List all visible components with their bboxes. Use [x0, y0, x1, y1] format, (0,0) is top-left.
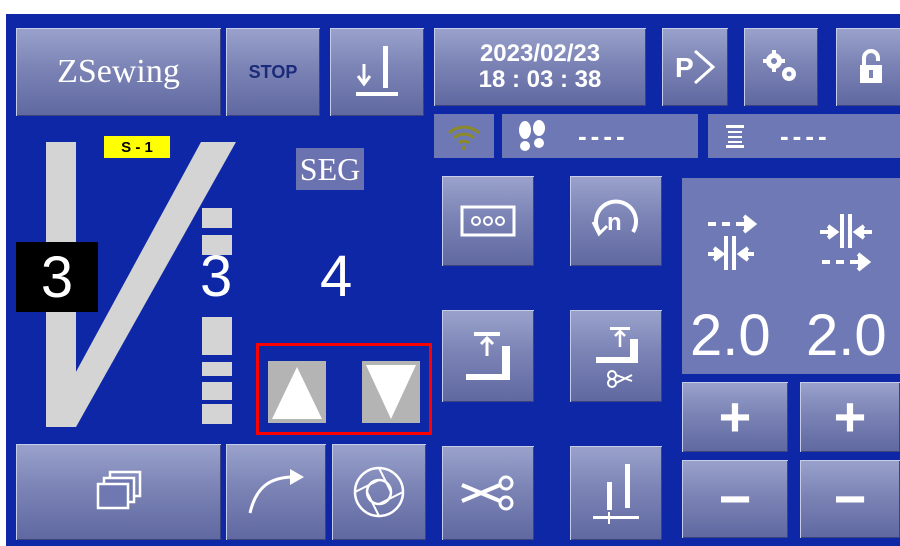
needle-pair-button[interactable] — [570, 446, 662, 540]
needle-down-icon — [356, 46, 398, 96]
program-icon: P — [675, 49, 716, 85]
unlock-icon — [860, 49, 882, 83]
program-button[interactable]: P — [662, 28, 728, 106]
lock-button[interactable] — [836, 28, 900, 106]
stop-label: STOP — [248, 61, 298, 82]
repeat-n-icon: n — [591, 199, 638, 237]
left-value-box: 3 — [16, 242, 98, 312]
stitch-counter[interactable]: ---- — [502, 114, 698, 158]
curve-icon — [248, 469, 304, 514]
aperture-icon — [353, 466, 405, 518]
stitch-right-plus-button[interactable]: + — [800, 382, 900, 452]
app-title-button[interactable]: ZSewing — [16, 28, 221, 116]
aperture-button[interactable] — [332, 444, 426, 540]
stitch-forward-icon — [708, 214, 758, 270]
counter-list-icon — [726, 125, 744, 148]
segment-label-box: SEG — [296, 148, 364, 190]
presser-foot-icon — [466, 332, 510, 380]
stack-button[interactable] — [16, 444, 221, 540]
wifi-icon — [447, 125, 481, 150]
piece-counter[interactable]: ---- — [708, 114, 900, 158]
needle-down-button[interactable] — [330, 28, 424, 116]
presser-foot-button[interactable] — [442, 310, 534, 402]
svg-text:P: P — [675, 52, 694, 83]
stitch-length-right: 2.0 — [806, 303, 887, 368]
arrow-down-icon — [366, 365, 416, 419]
needle-pair-icon — [593, 464, 639, 524]
wifi-status — [434, 114, 494, 158]
segment-badge-text: S - 1 — [121, 138, 153, 156]
trim-foot-button[interactable] — [570, 310, 662, 402]
pattern-icon — [460, 205, 516, 237]
stitch-left-minus-button[interactable]: − — [682, 460, 788, 538]
clock-time: 18 : 03 : 38 — [478, 66, 602, 93]
minus-label: − — [833, 467, 867, 530]
settings-gears-icon — [763, 50, 796, 81]
scissors-icon — [461, 475, 514, 511]
plus-label: + — [718, 385, 752, 448]
stitch-right-minus-button[interactable]: − — [800, 460, 900, 538]
clock-display: 2023/02/23 18 : 03 : 38 — [434, 28, 646, 106]
segment-up-button[interactable] — [268, 361, 326, 423]
svg-text:n: n — [607, 209, 622, 236]
app-title: ZSewing — [57, 53, 180, 90]
sewing-screen: ZSewing STOP 2023/02/23 18 : 03 : 38 P -… — [6, 14, 900, 546]
curve-button[interactable] — [226, 444, 326, 540]
footprint-icon — [519, 120, 545, 151]
trim-foot-icon — [596, 327, 638, 388]
stitch-count: ---- — [578, 120, 629, 151]
pattern-select-button[interactable] — [442, 176, 534, 266]
segment-down-button[interactable] — [362, 361, 420, 423]
stack-icon — [96, 470, 141, 510]
segment-label: SEG — [299, 150, 361, 187]
stitch-left-plus-button[interactable]: + — [682, 382, 788, 452]
settings-button[interactable] — [744, 28, 818, 106]
segment-badge: S - 1 — [104, 136, 170, 158]
arrow-up-icon — [272, 367, 322, 419]
clock-date: 2023/02/23 — [479, 40, 601, 67]
plus-label: + — [833, 385, 867, 448]
scissors-button[interactable] — [442, 446, 534, 540]
minus-label: − — [718, 467, 752, 530]
mid-value: 3 — [200, 244, 233, 309]
piece-count: ---- — [780, 120, 831, 151]
left-value: 3 — [40, 244, 74, 310]
segment-value: 4 — [320, 244, 353, 309]
stop-button[interactable]: STOP — [226, 28, 320, 116]
repeat-n-button[interactable]: n — [570, 176, 662, 266]
stitch-length-left: 2.0 — [690, 303, 771, 368]
stitch-reverse-icon — [820, 214, 872, 272]
